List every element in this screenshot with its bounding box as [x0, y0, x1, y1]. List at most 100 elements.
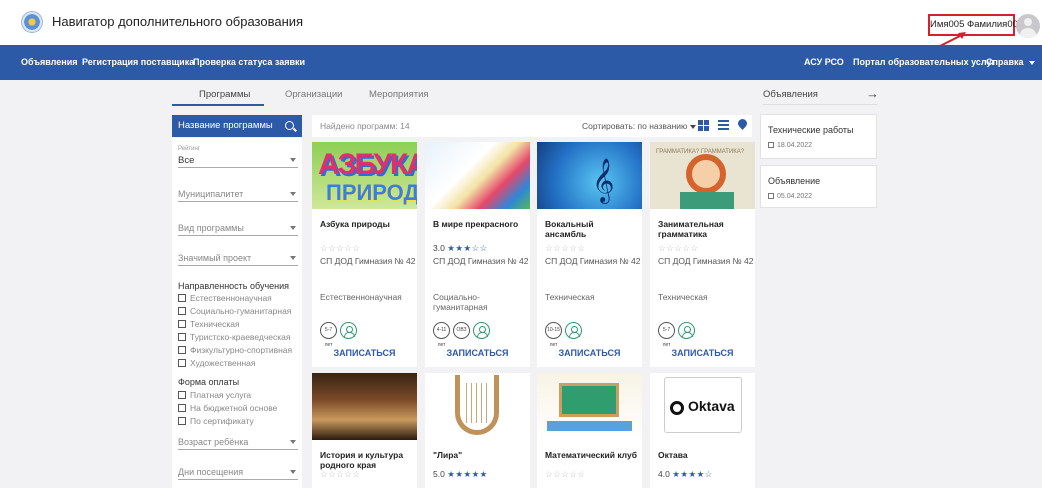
program-rating: ☆☆☆☆☆: [545, 243, 586, 254]
program-image[interactable]: [425, 373, 530, 440]
nav-help-label: Справка: [986, 57, 1024, 67]
checkbox-icon[interactable]: [178, 320, 186, 328]
map-pin-icon[interactable]: [736, 117, 749, 130]
checkbox-label: По сертификату: [190, 416, 254, 426]
age-badge: 5-7 лет: [320, 322, 337, 348]
announcement-title[interactable]: Объявление: [768, 176, 820, 186]
rating-select-label: Рейтинг: [178, 146, 201, 152]
sort-dropdown[interactable]: Сортировать: по названию: [582, 121, 697, 131]
announcement-item[interactable]: Технические работы 18.04.2022: [760, 114, 877, 159]
program-name-search-label: Название программы: [178, 120, 273, 131]
program-image[interactable]: [537, 373, 642, 440]
program-title[interactable]: В мире прекрасного: [433, 219, 525, 229]
program-type-select[interactable]: Вид программы: [178, 214, 298, 236]
payment-checkbox[interactable]: На бюджетной основе: [178, 403, 277, 413]
tab-programs[interactable]: Программы: [199, 89, 250, 100]
announcement-date: 05.04.2022: [768, 193, 812, 200]
significant-project-select[interactable]: Значимый проект: [178, 244, 298, 266]
rating-stars-icon: ☆☆☆☆☆: [658, 243, 699, 253]
program-organization: СП ДОД Гимназия № 42: [320, 256, 416, 266]
payment-checkbox[interactable]: Платная услуга: [178, 390, 251, 400]
program-image[interactable]: [312, 373, 417, 440]
arrow-right-icon[interactable]: →: [866, 86, 879, 101]
child-age-select[interactable]: Возраст ребёнка: [178, 428, 298, 450]
program-image[interactable]: АЗБУКА ПРИРОДЫ: [312, 142, 417, 209]
announcement-title[interactable]: Технические работы: [768, 125, 854, 135]
nav-announcements[interactable]: Объявления: [21, 45, 78, 80]
nav-education-portal[interactable]: Портал образовательных услуг: [853, 45, 995, 80]
program-card[interactable]: Математический клуб ☆☆☆☆☆: [537, 373, 642, 488]
checkbox-icon[interactable]: [178, 391, 186, 399]
direction-checkbox[interactable]: Туристско-краеведческая: [178, 332, 290, 342]
search-icon[interactable]: [285, 121, 294, 130]
list-view-icon[interactable]: [718, 120, 729, 131]
grid-view-icon[interactable]: [698, 120, 709, 131]
payment-checkbox[interactable]: По сертификату: [178, 416, 254, 426]
checkbox-icon[interactable]: [178, 294, 186, 302]
image-caption: ПРИРОДЫ: [326, 180, 417, 205]
rating-stars-icon: ★★★★★: [447, 469, 488, 479]
enroll-button[interactable]: ЗАПИСАТЬСЯ: [312, 348, 417, 358]
program-title[interactable]: Азбука природы: [320, 219, 412, 229]
program-card[interactable]: История и культура родного края ☆☆☆☆☆: [312, 373, 417, 488]
nav-check-application-status[interactable]: Проверка статуса заявки: [193, 45, 305, 80]
program-card[interactable]: ГРАММАТИКА? ГРАММАТИКА? Занимательная гр…: [650, 142, 755, 367]
chevron-down-icon: [290, 440, 296, 444]
program-title[interactable]: Математический клуб: [545, 450, 637, 460]
chevron-down-icon: [1029, 60, 1036, 65]
program-name-search[interactable]: Название программы: [172, 115, 302, 137]
site-title[interactable]: Навигатор дополнительного образования: [52, 14, 303, 29]
announcements-divider: [763, 104, 877, 105]
direction-checkbox[interactable]: Социально-гуманитарная: [178, 306, 291, 316]
checkbox-icon[interactable]: [178, 333, 186, 341]
enroll-button[interactable]: ЗАПИСАТЬСЯ: [425, 348, 530, 358]
program-card[interactable]: "Лира" 5.0 ★★★★★: [425, 373, 530, 488]
user-avatar-icon[interactable]: [1016, 14, 1040, 38]
program-image[interactable]: ГРАММАТИКА? ГРАММАТИКА?: [650, 142, 755, 209]
program-title[interactable]: История и культура родного края: [320, 450, 412, 470]
program-title[interactable]: Вокальный ансамбль: [545, 219, 637, 239]
rating-select[interactable]: Рейтинг Все: [178, 146, 298, 168]
lyre-strings-icon: [466, 383, 488, 423]
checkbox-icon[interactable]: [178, 417, 186, 425]
checkbox-icon[interactable]: [178, 346, 186, 354]
rating-select-value: Все: [178, 155, 195, 166]
navigator-logo-icon[interactable]: [21, 11, 43, 33]
program-image[interactable]: [425, 142, 530, 209]
program-card[interactable]: 𝄞 Вокальный ансамбль ☆☆☆☆☆ СП ДОД Гимназ…: [537, 142, 642, 367]
announcements-title: Объявления: [763, 89, 818, 100]
visit-days-select[interactable]: Дни посещения: [178, 458, 298, 480]
program-image[interactable]: 𝄞: [537, 142, 642, 209]
enroll-button[interactable]: ЗАПИСАТЬСЯ: [650, 348, 755, 358]
chevron-down-icon: [290, 470, 296, 474]
direction-checkbox[interactable]: Естественнонаучная: [178, 293, 272, 303]
program-card[interactable]: АЗБУКА ПРИРОДЫ Азбука природы ☆☆☆☆☆ СП Д…: [312, 142, 417, 367]
direction-checkbox[interactable]: Художественная: [178, 358, 255, 368]
direction-checkbox[interactable]: Физкультурно-спортивная: [178, 345, 292, 355]
program-badges: 4-11 летОВЗ: [433, 322, 493, 348]
program-rating: 4.0 ★★★★☆: [658, 469, 713, 480]
tab-events[interactable]: Мероприятия: [369, 89, 429, 100]
program-title[interactable]: "Лира": [433, 450, 525, 460]
municipality-select[interactable]: Муниципалитет: [178, 180, 298, 202]
program-card[interactable]: В мире прекрасного 3.0 ★★★☆☆ СП ДОД Гимн…: [425, 142, 530, 367]
checkbox-icon[interactable]: [178, 404, 186, 412]
chalkboard-icon: [559, 383, 619, 417]
direction-checkbox[interactable]: Техническая: [178, 319, 240, 329]
checkbox-label: Техническая: [190, 319, 240, 329]
tab-organizations[interactable]: Организации: [285, 89, 342, 100]
nav-help-dropdown[interactable]: Справка: [986, 45, 1036, 80]
announcement-item[interactable]: Объявление 05.04.2022: [760, 165, 877, 208]
nav-provider-registration[interactable]: Регистрация поставщика: [82, 45, 194, 80]
nav-asu-rso[interactable]: АСУ РСО: [804, 45, 844, 80]
program-image[interactable]: Oktava: [650, 373, 755, 440]
checkbox-icon[interactable]: [178, 359, 186, 367]
significant-project-placeholder: Значимый проект: [178, 253, 252, 263]
enroll-button[interactable]: ЗАПИСАТЬСЯ: [537, 348, 642, 358]
program-organization: СП ДОД Гимназия № 42: [658, 256, 754, 266]
calendar-icon: [768, 193, 774, 199]
checkbox-icon[interactable]: [178, 307, 186, 315]
program-card[interactable]: Oktava Октава 4.0 ★★★★☆: [650, 373, 755, 488]
program-title[interactable]: Занимательная грамматика: [658, 219, 750, 239]
program-title[interactable]: Октава: [658, 450, 750, 460]
